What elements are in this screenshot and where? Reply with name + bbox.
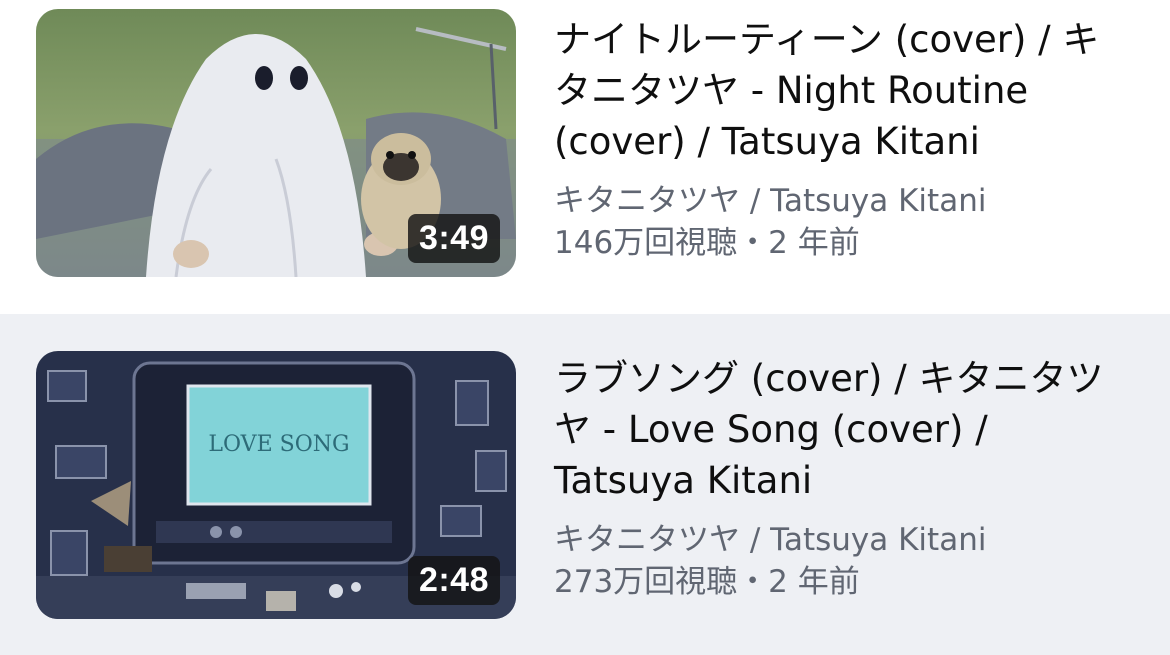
video-item[interactable]: 3:49 ナイトルーティーン (cover) / キタニタツヤ - Night …	[0, 0, 1170, 314]
video-stats: 146万回視聴・2 年前	[554, 225, 860, 261]
video-info[interactable]: ラブソング (cover) / キタニタツヤ - Love Song (cove…	[554, 353, 1124, 603]
video-thumbnail[interactable]: 3:49	[36, 9, 516, 277]
video-thumbnail[interactable]: LOVE SONG 2:48	[36, 351, 516, 619]
video-title[interactable]: ラブソング (cover) / キタニタツヤ - Love Song (cove…	[554, 353, 1124, 506]
channel-name[interactable]: キタニタツヤ / Tatsuya Kitani	[554, 180, 1124, 222]
video-item[interactable]: LOVE SONG 2:48 ラブソング (cover) / キタニタツヤ - …	[0, 314, 1170, 655]
video-title[interactable]: ナイトルーティーン (cover) / キタニタツヤ - Night Routi…	[554, 14, 1124, 167]
video-info[interactable]: ナイトルーティーン (cover) / キタニタツヤ - Night Routi…	[554, 14, 1124, 264]
video-duration-badge: 3:49	[407, 214, 500, 263]
channel-name[interactable]: キタニタツヤ / Tatsuya Kitani	[554, 519, 1124, 561]
video-stats: 273万回視聴・2 年前	[554, 564, 860, 600]
video-duration-badge: 2:48	[407, 556, 500, 605]
tv-screen-text: LOVE SONG	[208, 432, 349, 457]
